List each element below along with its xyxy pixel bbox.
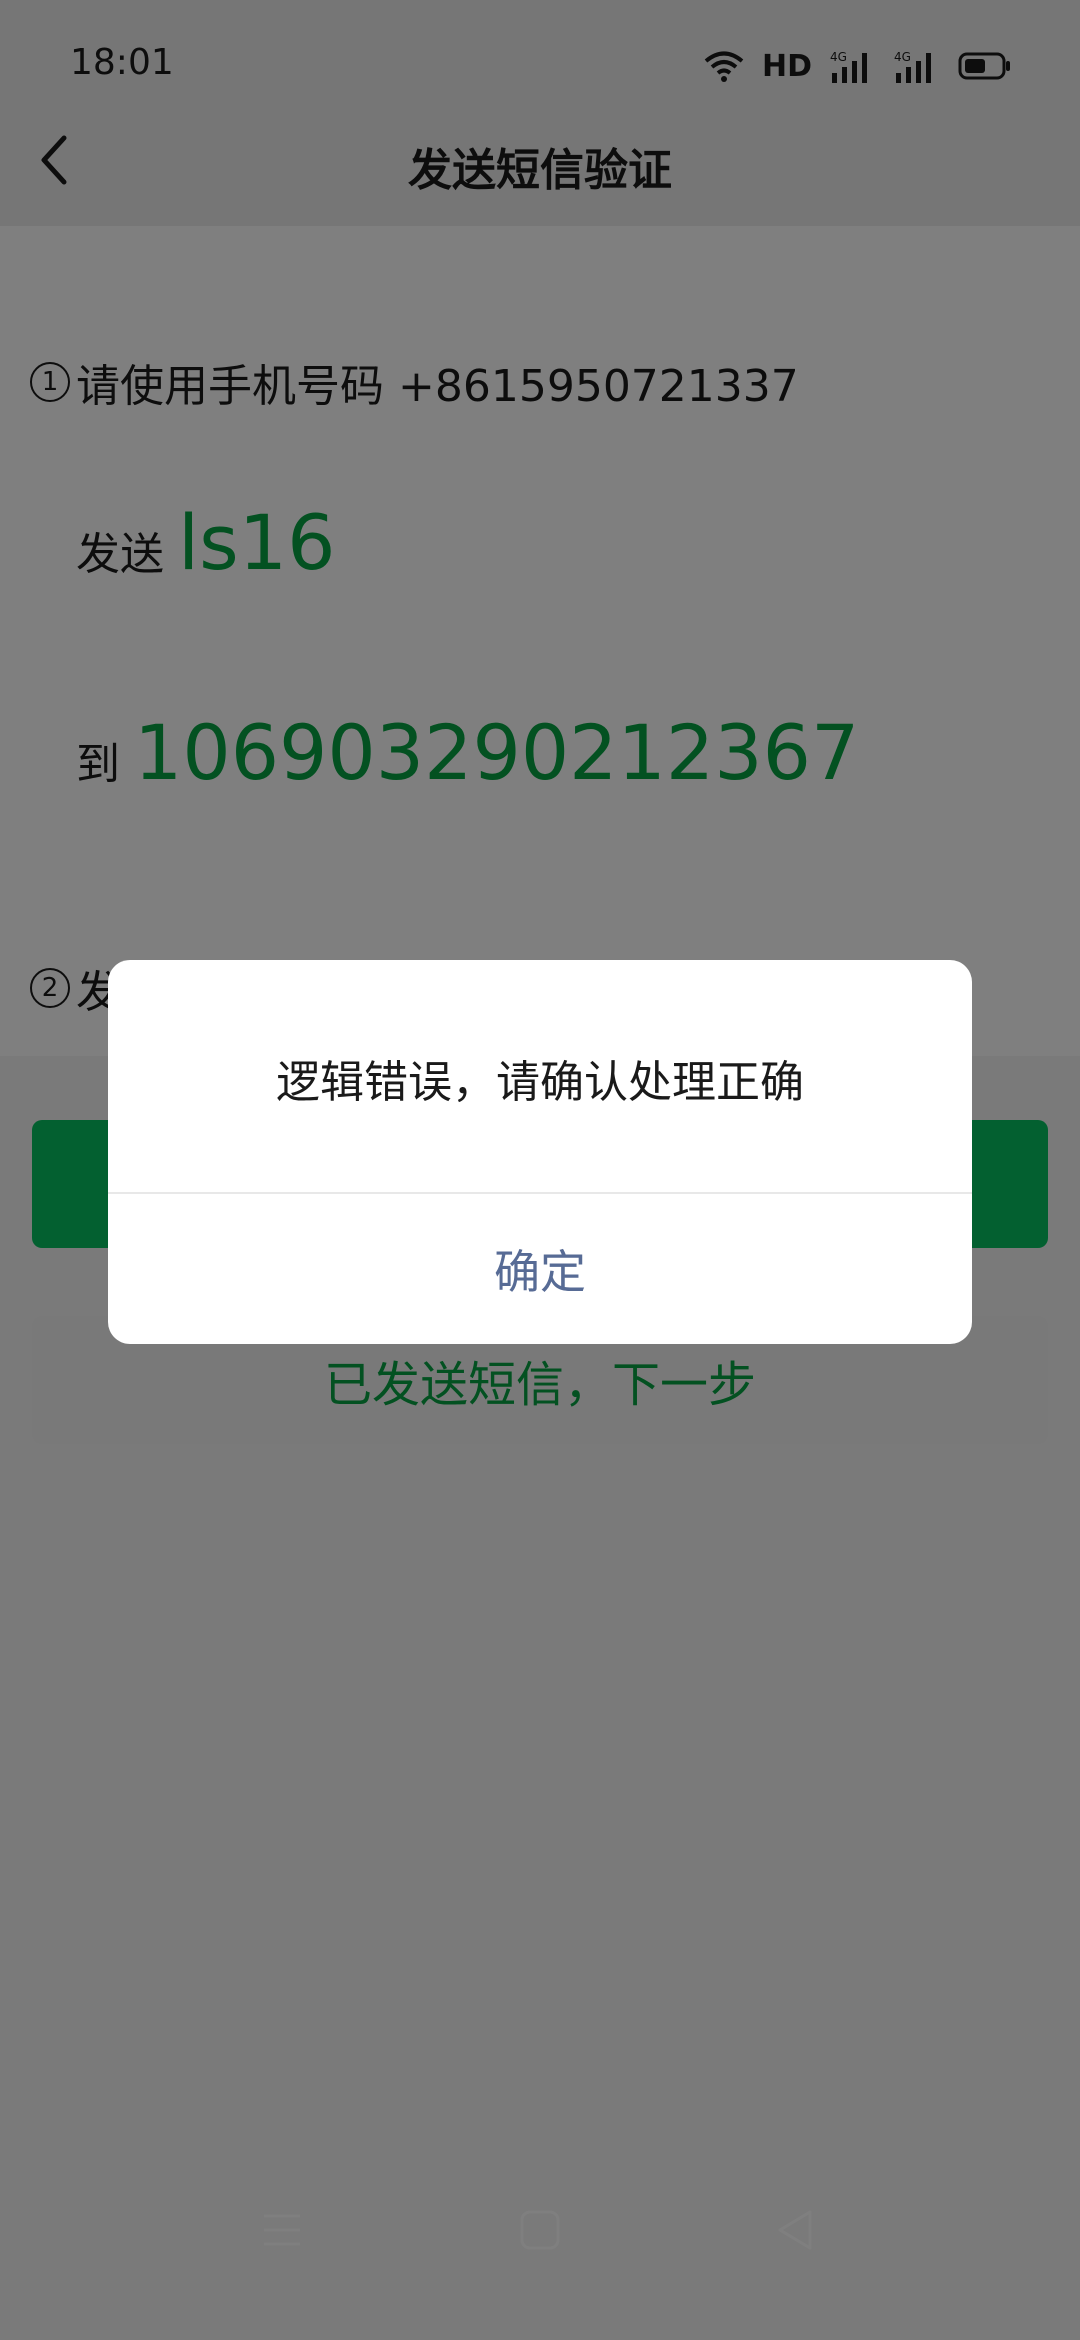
confirm-button[interactable]: 确定	[108, 1194, 972, 1344]
dialog-message: 逻辑错误，请确认处理正确	[276, 1057, 804, 1108]
error-dialog: 逻辑错误，请确认处理正确 确定	[108, 960, 972, 1344]
